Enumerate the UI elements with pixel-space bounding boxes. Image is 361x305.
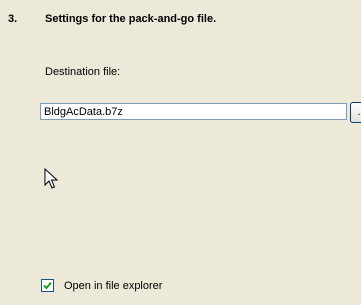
destination-file-input[interactable] [40,103,347,120]
checkmark-icon [43,281,52,290]
step-title: Settings for the pack-and-go file. [45,13,217,25]
browse-button[interactable]: ... [350,102,361,123]
step-number: 3. [8,13,18,25]
arrow-cursor-icon [44,168,59,189]
open-in-file-explorer-label: Open in file explorer [64,279,163,292]
pack-and-go-settings-panel: 3. Settings for the pack-and-go file. De… [0,0,361,305]
destination-file-label: Destination file: [45,66,121,78]
open-in-file-explorer-option[interactable]: Open in file explorer [41,279,162,292]
open-in-file-explorer-checkbox[interactable] [41,279,54,292]
